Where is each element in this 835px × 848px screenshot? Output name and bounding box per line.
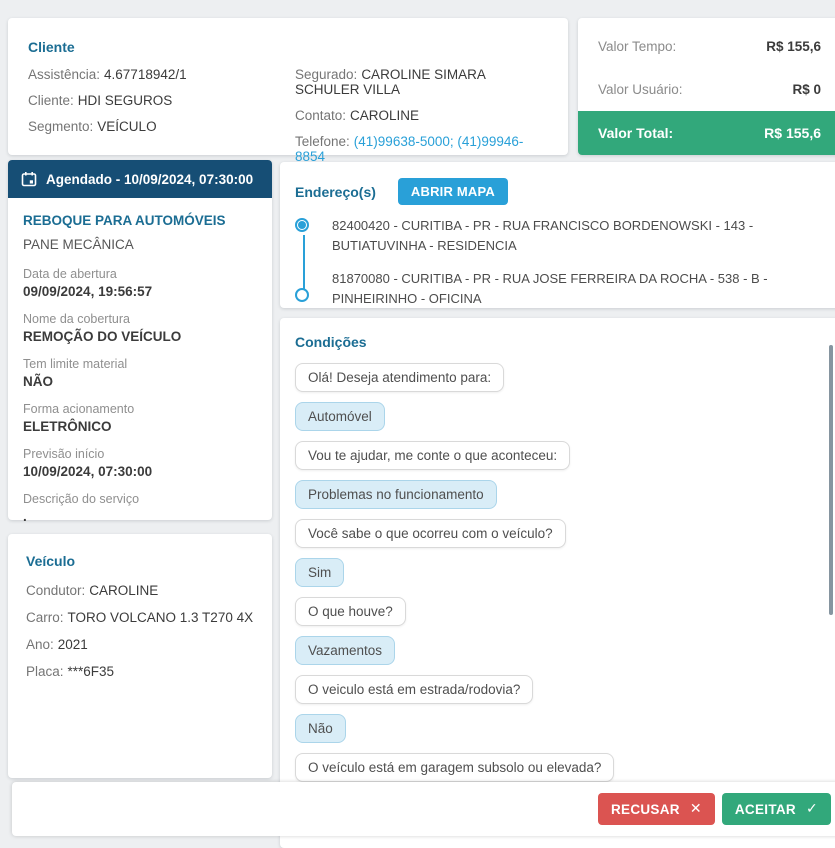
service-field: Previsão início 10/09/2024, 07:30:00 [23, 447, 257, 479]
route-line [303, 235, 305, 292]
client-field-row: Cliente:HDI SEGUROS [28, 93, 295, 108]
vehicle-field-row: Placa:***6F35 [26, 664, 254, 679]
check-icon: ✓ [806, 801, 818, 817]
chat-bubble: O que houve? [295, 597, 406, 626]
client-card-title: Cliente [28, 39, 548, 55]
chat-bubble: Sim [295, 558, 344, 587]
service-field: Tem limite material NÃO [23, 357, 257, 389]
service-field: Descrição do serviço . [23, 492, 257, 524]
chat-bubble: Automóvel [295, 402, 385, 431]
scheduled-body: REBOQUE PARA AUTOMÓVEIS PANE MECÂNICA Da… [8, 198, 272, 539]
chat-bubble: O veículo está em garagem subsolo ou ele… [295, 753, 614, 782]
chat-messages: Olá! Deseja atendimento para: Automóvel … [295, 363, 826, 819]
service-field: Data de abertura 09/09/2024, 19:56:57 [23, 267, 257, 299]
value-row: Valor Tempo: R$ 155,6 [598, 39, 821, 54]
address-item[interactable]: 82400420 - CURITIBA - PR - RUA FRANCISCO… [332, 216, 826, 256]
total-value: R$ 155,6 [764, 125, 821, 141]
client-fields-left: Assistência:4.67718942/1 Cliente:HDI SEG… [28, 67, 295, 164]
conditions-card: Condições Olá! Deseja atendimento para: … [280, 318, 835, 848]
client-fields-right: Segurado:CAROLINE SIMARA SCHULER VILLA C… [295, 67, 548, 164]
vehicle-fields: Condutor:CAROLINE Carro:TORO VOLCANO 1.3… [26, 583, 254, 679]
vehicle-card-title: Veículo [26, 553, 254, 569]
addresses-card: Endereço(s) ABRIR MAPA 82400420 - CURITI… [280, 162, 835, 308]
chat-bubble: Vou te ajudar, me conte o que aconteceu: [295, 441, 570, 470]
destination-marker-icon[interactable] [295, 288, 309, 302]
service-field: Forma acionamento ELETRÔNICO [23, 402, 257, 434]
vehicle-field-row: Condutor:CAROLINE [26, 583, 254, 598]
client-field-row: Segmento:VEÍCULO [28, 119, 295, 134]
chat-bubble: Vazamentos [295, 636, 395, 665]
address-item[interactable]: 81870080 - CURITIBA - PR - RUA JOSE FERR… [332, 269, 826, 309]
conditions-title: Condições [295, 334, 826, 350]
origin-marker-icon[interactable] [295, 218, 309, 232]
addresses-title: Endereço(s) [295, 184, 376, 200]
addresses-timeline: 82400420 - CURITIBA - PR - RUA FRANCISCO… [295, 216, 826, 310]
reject-button-label: RECUSAR [611, 802, 680, 817]
accept-button[interactable]: ACEITAR ✓ [722, 793, 831, 825]
client-field-row: Contato:CAROLINE [295, 108, 548, 123]
service-name: REBOQUE PARA AUTOMÓVEIS [23, 213, 257, 228]
vehicle-card: Veículo Condutor:CAROLINE Carro:TORO VOL… [8, 534, 272, 778]
vehicle-field-row: Ano:2021 [26, 637, 254, 652]
calendar-icon [21, 171, 37, 187]
addresses-header: Endereço(s) ABRIR MAPA [295, 178, 826, 205]
service-field: Nome da cobertura REMOÇÃO DO VEÍCULO [23, 312, 257, 344]
client-fields: Assistência:4.67718942/1 Cliente:HDI SEG… [28, 67, 548, 164]
client-field-row: Telefone:(41)99638-5000; (41)99946-8854 [295, 134, 548, 164]
scrollbar-thumb[interactable] [829, 345, 833, 615]
service-subtitle: PANE MECÂNICA [23, 237, 257, 252]
service-fields: Data de abertura 09/09/2024, 19:56:57 No… [23, 267, 257, 524]
values-card: Valor Tempo: R$ 155,6 Valor Usuário: R$ … [578, 18, 835, 155]
address-list: 82400420 - CURITIBA - PR - RUA FRANCISCO… [332, 216, 826, 310]
accept-button-label: ACEITAR [735, 802, 796, 817]
chat-bubble: Não [295, 714, 346, 743]
scheduled-header-label: Agendado - 10/09/2024, 07:30:00 [46, 172, 253, 187]
chat-bubble: O veiculo está em estrada/rodovia? [295, 675, 533, 704]
client-card: Cliente Assistência:4.67718942/1 Cliente… [8, 18, 568, 155]
open-map-button[interactable]: ABRIR MAPA [398, 178, 508, 205]
close-icon: ✕ [690, 801, 702, 817]
action-footer: RECUSAR ✕ ACEITAR ✓ [12, 782, 835, 836]
value-row: Valor Usuário: R$ 0 [598, 82, 821, 97]
total-value-bar: Valor Total: R$ 155,6 [578, 111, 835, 155]
chat-bubble: Problemas no funcionamento [295, 480, 497, 509]
scheduled-service-card: Agendado - 10/09/2024, 07:30:00 REBOQUE … [8, 160, 272, 520]
vehicle-field-row: Carro:TORO VOLCANO 1.3 T270 4X [26, 610, 254, 625]
chat-bubble: Olá! Deseja atendimento para: [295, 363, 504, 392]
client-field-row: Assistência:4.67718942/1 [28, 67, 295, 82]
reject-button[interactable]: RECUSAR ✕ [598, 793, 715, 825]
chat-bubble: Você sabe o que ocorreu com o veículo? [295, 519, 566, 548]
client-field-row: Segurado:CAROLINE SIMARA SCHULER VILLA [295, 67, 548, 97]
total-label: Valor Total: [598, 125, 673, 141]
scheduled-header: Agendado - 10/09/2024, 07:30:00 [8, 160, 272, 198]
